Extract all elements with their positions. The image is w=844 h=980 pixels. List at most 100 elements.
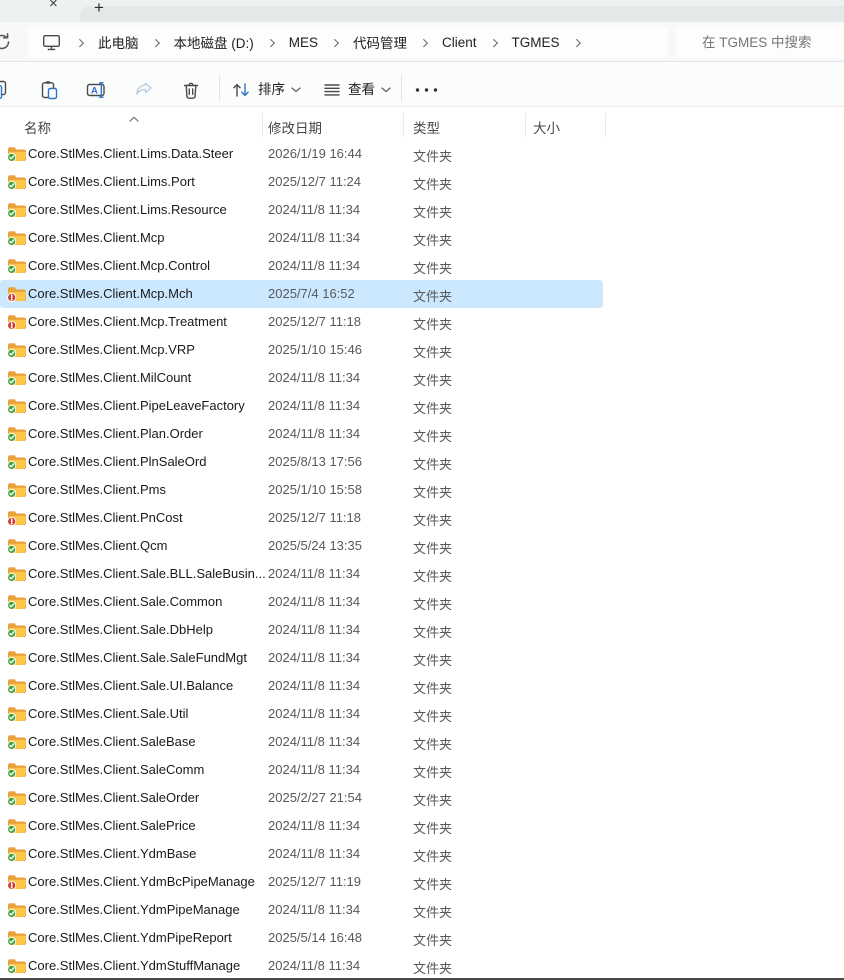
column-separator[interactable] [525,113,526,137]
file-row[interactable]: Core.StlMes.Client.YdmPipeReport 2025/5/… [0,924,603,952]
file-row[interactable]: Core.StlMes.Client.YdmPipeManage 2024/11… [0,896,603,924]
folder-icon [7,230,27,251]
file-row[interactable]: Core.StlMes.Client.SalePrice 2024/11/8 1… [0,812,603,840]
this-pc-icon[interactable] [42,34,61,51]
delete-icon[interactable] [181,80,201,100]
share-icon[interactable] [134,80,154,100]
file-name: Core.StlMes.Client.YdmStuffManage [28,958,240,973]
file-type: 文件夹 [413,454,452,473]
column-header-type[interactable]: 类型 [413,117,440,137]
rename-icon[interactable]: A [86,80,108,100]
file-type: 文件夹 [413,286,452,305]
view-icon [322,80,342,100]
column-separator[interactable] [403,113,404,137]
sort-button[interactable]: 排序 [230,80,301,100]
file-date-modified: 2024/11/8 11:34 [268,678,360,693]
svn-uptodate-overlay-icon [8,349,16,357]
svn-uptodate-overlay-icon [8,573,16,581]
file-date-modified: 2024/11/8 11:34 [268,958,360,973]
refresh-icon[interactable] [0,31,13,58]
folder-icon [7,734,27,755]
breadcrumb-item[interactable]: 本地磁盘 (D:) [174,32,254,52]
breadcrumb-chevron-icon[interactable] [153,39,160,46]
view-button[interactable]: 查看 [322,80,391,100]
breadcrumb-chevron-icon[interactable] [421,39,428,46]
tab-strip-background [80,6,844,22]
file-name: Core.StlMes.Client.Sale.Util [28,706,188,721]
file-row[interactable]: Core.StlMes.Client.Mcp.VRP 2025/1/10 15:… [0,336,603,364]
file-date-modified: 2024/11/8 11:34 [268,370,360,385]
column-separator[interactable] [262,113,263,137]
breadcrumb-chevron-icon[interactable] [77,39,84,46]
file-type: 文件夹 [413,230,452,249]
file-row[interactable]: Core.StlMes.Client.PipeLeaveFactory 2024… [0,392,603,420]
file-type: 文件夹 [413,762,452,781]
file-row[interactable]: Core.StlMes.Client.Sale.Util 2024/11/8 1… [0,700,603,728]
breadcrumb-chevron-icon[interactable] [574,39,581,46]
file-row[interactable]: Core.StlMes.Client.SaleComm 2024/11/8 11… [0,756,603,784]
breadcrumb-chevron-icon[interactable] [491,39,498,46]
column-header-row: 名称 修改日期 类型 大小 [0,107,844,140]
file-name: Core.StlMes.Client.PnCost [28,510,183,525]
file-row[interactable]: Core.StlMes.Client.Mcp 2024/11/8 11:34 文… [0,224,603,252]
file-row[interactable]: Core.StlMes.Client.SaleOrder 2025/2/27 2… [0,784,603,812]
file-row[interactable]: Core.StlMes.Client.SaleBase 2024/11/8 11… [0,728,603,756]
breadcrumb-item[interactable]: TGMES [512,35,560,50]
file-row[interactable]: Core.StlMes.Client.YdmStuffManage 2024/1… [0,952,603,980]
new-tab-button[interactable]: + [94,0,104,16]
breadcrumb-item[interactable]: MES [289,35,318,50]
file-date-modified: 2024/11/8 11:34 [268,594,360,609]
svn-uptodate-overlay-icon [8,265,16,273]
file-row[interactable]: Core.StlMes.Client.Lims.Port 2025/12/7 1… [0,168,603,196]
file-name: Core.StlMes.Client.Mcp.VRP [28,342,195,357]
file-date-modified: 2025/5/24 13:35 [268,538,362,553]
file-row[interactable]: Core.StlMes.Client.YdmBcPipeManage 2025/… [0,868,603,896]
folder-icon [7,146,27,167]
file-row[interactable]: Core.StlMes.Client.Pms 2025/1/10 15:58 文… [0,476,603,504]
view-label: 查看 [348,80,375,100]
file-name: Core.StlMes.Client.YdmBcPipeManage [28,874,255,889]
column-separator[interactable] [605,113,606,137]
file-row[interactable]: Core.StlMes.Client.Sale.SaleFundMgt 2024… [0,644,603,672]
file-row[interactable]: Core.StlMes.Client.Sale.DbHelp 2024/11/8… [0,616,603,644]
breadcrumb-item[interactable]: 此电脑 [98,32,139,52]
breadcrumb-chevron-icon[interactable] [268,39,275,46]
file-row[interactable]: Core.StlMes.Client.PlnSaleOrd 2025/8/13 … [0,448,603,476]
column-header-name[interactable]: 名称 [24,117,51,137]
file-row[interactable]: Core.StlMes.Client.Mcp.Treatment 2025/12… [0,308,603,336]
file-row[interactable]: Core.StlMes.Client.MilCount 2024/11/8 11… [0,364,603,392]
folder-icon [7,258,27,279]
paste-icon[interactable] [39,80,59,100]
folder-icon [7,202,27,223]
sort-ascending-icon [129,109,139,127]
file-date-modified: 2024/11/8 11:34 [268,258,360,273]
file-row[interactable]: Core.StlMes.Client.YdmBase 2024/11/8 11:… [0,840,603,868]
file-date-modified: 2024/11/8 11:34 [268,230,360,245]
file-row[interactable]: Core.StlMes.Client.Lims.Data.Steer 2026/… [0,140,603,168]
file-date-modified: 2025/12/7 11:19 [268,874,361,889]
folder-icon [7,706,27,727]
more-button[interactable] [413,80,440,100]
breadcrumb-item[interactable]: 代码管理 [353,32,407,52]
file-row[interactable]: Core.StlMes.Client.PnCost 2025/12/7 11:1… [0,504,603,532]
copy-icon[interactable] [0,80,8,100]
tab-close-icon[interactable]: × [49,0,58,11]
breadcrumb-item[interactable]: Client [442,35,477,50]
file-row[interactable]: Core.StlMes.Client.Qcm 2025/5/24 13:35 文… [0,532,603,560]
file-name: Core.StlMes.Client.YdmPipeManage [28,902,240,917]
file-row[interactable]: Core.StlMes.Client.Sale.Common 2024/11/8… [0,588,603,616]
file-row[interactable]: Core.StlMes.Client.Plan.Order 2024/11/8 … [0,420,603,448]
breadcrumb-chevron-icon[interactable] [332,39,339,46]
file-name: Core.StlMes.Client.Mcp.Mch [28,286,193,301]
search-input[interactable] [700,25,844,59]
file-row[interactable]: Core.StlMes.Client.Lims.Resource 2024/11… [0,196,603,224]
svn-uptodate-overlay-icon [8,181,16,189]
file-row[interactable]: Core.StlMes.Client.Mcp.Mch 2025/7/4 16:5… [0,280,603,308]
file-row[interactable]: Core.StlMes.Client.Mcp.Control 2024/11/8… [0,252,603,280]
file-row[interactable]: Core.StlMes.Client.Sale.BLL.SaleBusin...… [0,560,603,588]
file-row[interactable]: Core.StlMes.Client.Sale.UI.Balance 2024/… [0,672,603,700]
column-header-size[interactable]: 大小 [533,117,560,137]
svn-uptodate-overlay-icon [8,657,16,665]
column-header-date-modified[interactable]: 修改日期 [268,117,322,137]
file-name: Core.StlMes.Client.Plan.Order [28,426,203,441]
